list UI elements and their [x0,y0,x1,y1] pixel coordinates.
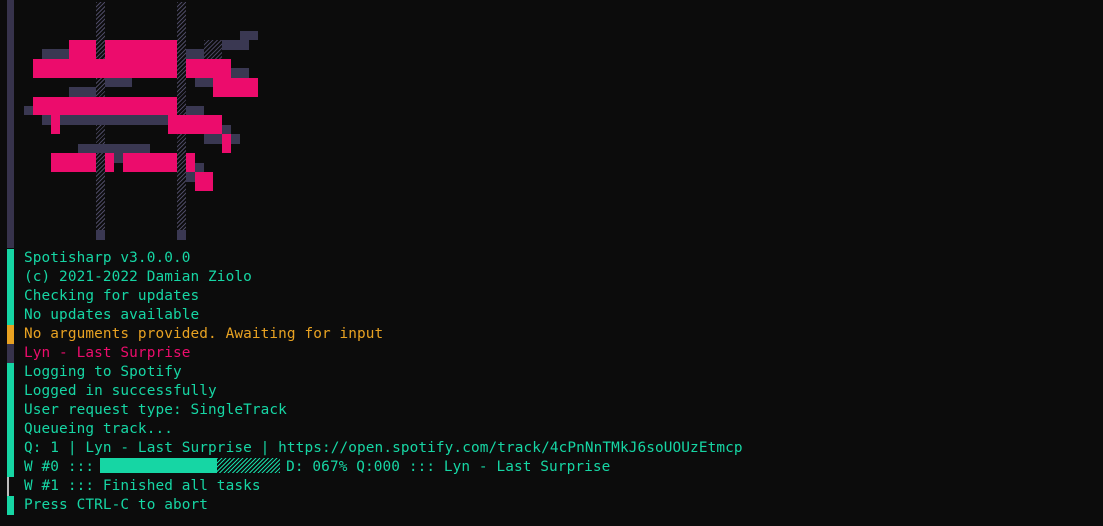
logo-pixel [51,115,60,134]
logo-pixel [240,31,258,40]
logo-pixel [51,153,96,172]
progress-remaining [217,458,281,473]
logo-pixel [123,153,177,172]
logo-pixel [69,40,96,59]
version-line: Spotisharp v3.0.0.0 [24,250,191,266]
logo-pixel [231,68,249,78]
gutter-marker-input [7,344,14,363]
logo-pixel [69,87,96,97]
worker-0-line: W #0 ::: D: 067% Q:000 ::: Lyn - Last Sur… [24,458,743,477]
logo-pixel [105,78,132,87]
no-arguments-warning: No arguments provided. Awaiting for inpu… [24,326,384,342]
logo-pixel [186,49,204,59]
worker-0-progress-bar [100,458,281,473]
logo-pixel [195,172,213,191]
worker-0-status: D: 067% Q:000 ::: Lyn - Last Surprise [286,459,611,475]
logo-pixel [195,163,204,172]
progress-fill [100,458,218,473]
queue-item-line: Q: 1 | Lyn - Last Surprise | https://ope… [24,440,743,456]
copyright-line: (c) 2021-2022 Damian Ziolo [24,269,252,285]
user-input-line[interactable]: Lyn - Last Surprise [24,344,743,363]
login-success-line: Logged in successfully [24,383,217,399]
logo-pixel [186,106,204,115]
logo-pixel [168,115,222,134]
logo-pixel [222,40,249,50]
gutter-marker-cursor [7,477,9,496]
logo-pixel [105,40,177,59]
logo-pixel [78,144,150,153]
logo-pixel [186,153,195,172]
logo-pixel [42,115,168,125]
update-status-line: No updates available [24,307,200,323]
logo-pixel [222,125,231,134]
gutter-marker-ok [7,496,14,515]
logo-pixel [96,230,105,240]
logo-pixel [33,59,177,78]
gutter-marker-ok [7,249,14,325]
spotisharp-logo-art [0,0,300,248]
logo-pixel [105,153,114,172]
console-output: Spotisharp v3.0.0.0 (c) 2021-2022 Damian… [24,249,743,515]
logo-pixel [24,106,33,115]
worker-1-line: W #1 ::: Finished all tasks [24,478,261,494]
logo-pixel [42,49,69,59]
request-type-line: User request type: SingleTrack [24,402,287,418]
logo-pixel [114,153,123,163]
logo-pixel [222,134,231,153]
logo-pixel [204,40,222,59]
logo-pixel [213,78,258,97]
terminal-window[interactable]: Spotisharp v3.0.0.0 (c) 2021-2022 Damian… [0,0,1103,526]
login-line: Logging to Spotify [24,364,182,380]
gutter-marker-ok [7,363,14,477]
gutter-marker-warning [7,325,14,344]
logo-pixel [186,172,195,182]
logo-pixel [33,97,177,115]
queueing-line: Queueing track... [24,421,173,437]
logo-pixel [186,59,231,78]
logo-pixel [195,78,213,87]
logo-pixel [177,230,186,240]
abort-hint-line: Press CTRL-C to abort [24,497,209,513]
worker-0-label: W #0 ::: [24,459,95,475]
update-check-line: Checking for updates [24,288,200,304]
